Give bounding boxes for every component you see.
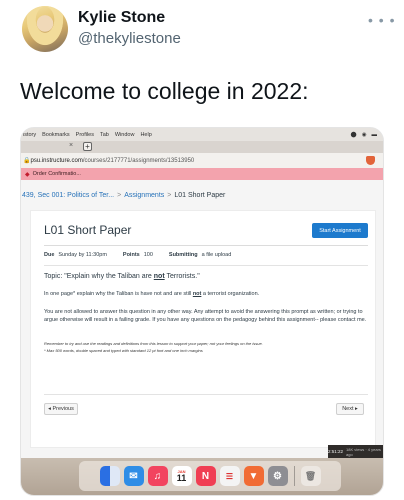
submitting-label: Submitting: [168, 252, 198, 258]
menu-bookmarks: Bookmarks: [42, 131, 70, 138]
breadcrumb-separator: >: [167, 191, 172, 199]
bookmark-bar: ◆ Order Confirmatio...: [21, 168, 383, 180]
address-path: /courses/2177771/assignments/13513950: [82, 157, 195, 164]
menu-tab: Tab: [100, 131, 109, 138]
assignment-instructions: In one page* explain why the Taliban is …: [44, 291, 260, 297]
assignment-title: L01 Short Paper: [44, 223, 132, 237]
bookmark-item: Order Confirmatio...: [32, 171, 81, 177]
settings-icon: ⚙: [267, 466, 288, 486]
tweet-text: Welcome to college in 2022:: [20, 78, 309, 104]
assignment-note: Remember to try and use the readings and…: [44, 341, 263, 346]
tweet-photo[interactable]: istory Bookmarks Profiles Tab Window Hel…: [20, 127, 384, 496]
breadcrumb-separator: >: [117, 191, 122, 199]
due-value: Sunday by 11:30pm: [58, 252, 107, 258]
video-thumbnail: 2:51:22 18K views · 4 years ago: [328, 445, 383, 458]
mac-menubar: istory Bookmarks Profiles Tab Window Hel…: [21, 128, 383, 141]
mac-dock: ✉ ♫ JAN 11 N ☰ ▼ ⚙ 🗑: [79, 461, 341, 491]
breadcrumb-course: 439, Sec 001: Politics of Ter...: [22, 191, 115, 199]
assignment-details: Due Sunday by 11:30pm Points 100 Submitt…: [44, 252, 231, 258]
divider: [44, 394, 368, 395]
breadcrumb-current: L01 Short Paper: [174, 191, 226, 199]
avatar[interactable]: [22, 6, 68, 52]
trash-icon: 🗑: [300, 466, 321, 486]
assignment-panel: L01 Short Paper Start Assignment Due Sun…: [30, 210, 376, 448]
brave-icon: ▼: [243, 466, 264, 486]
new-tab-icon: +: [83, 142, 92, 151]
assignment-rules: You are not allowed to answer this quest…: [44, 309, 367, 323]
breadcrumb: 439, Sec 001: Politics of Ter... > Assig…: [21, 185, 383, 205]
address-host: psu.instructure.com: [30, 157, 83, 164]
news-icon: N: [195, 466, 216, 486]
start-assignment-button: Start Assignment: [312, 223, 368, 238]
due-label: Due: [44, 252, 55, 258]
divider: [44, 265, 368, 266]
bookmark-icon: ◆: [25, 171, 30, 178]
next-button: Next ▸: [336, 403, 364, 415]
video-time: 2:51:22: [328, 449, 344, 454]
menu-history: istory: [23, 131, 37, 138]
calendar-icon: JAN 11: [171, 466, 192, 486]
reminders-icon: ☰: [219, 466, 240, 486]
mail-icon: ✉: [123, 466, 144, 486]
brave-shield-icon: [366, 156, 375, 165]
tweet: Kylie Stone @thekyliestone • • • Welcome…: [0, 0, 404, 500]
author-handle[interactable]: @thekyliestone: [78, 30, 181, 47]
assignment-format: * Max 500 words, double spaced and typed…: [44, 348, 203, 353]
canvas-page: 439, Sec 001: Politics of Ter... > Assig…: [21, 180, 383, 458]
submitting-value: a file upload: [201, 252, 232, 258]
assignment-topic: Topic: "Explain why the Taliban are not …: [44, 273, 200, 280]
menu-profiles: Profiles: [75, 131, 94, 138]
ellipsis-icon[interactable]: • • •: [368, 12, 395, 28]
menu-help: Help: [140, 131, 152, 138]
points-label: Points: [122, 252, 140, 258]
tab-bar: × +: [21, 141, 383, 153]
dock-divider: [293, 466, 295, 486]
address-bar: 🔒 psu.instructure.com /courses/2177771/a…: [21, 153, 383, 168]
finder-icon: [99, 466, 120, 486]
menubar-status-icons: ⬤ ◉ ▬: [350, 131, 377, 138]
divider: [44, 245, 368, 246]
close-icon: ×: [69, 142, 74, 149]
lock-icon: 🔒: [23, 158, 31, 164]
menu-window: Window: [114, 131, 135, 138]
author-name[interactable]: Kylie Stone: [78, 9, 165, 27]
music-icon: ♫: [147, 466, 168, 486]
video-caption: 18K views · 4 years ago: [346, 446, 381, 457]
breadcrumb-assignments: Assignments: [124, 191, 165, 199]
points-value: 100: [143, 252, 153, 258]
previous-button: ◂ Previous: [44, 403, 78, 415]
